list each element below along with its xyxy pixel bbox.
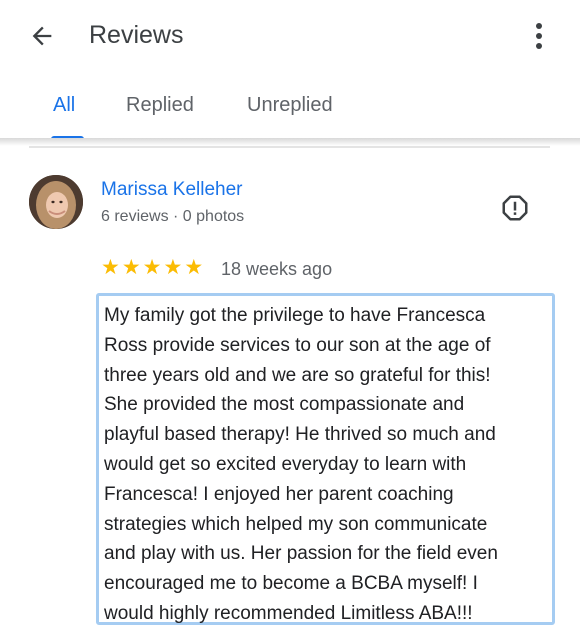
star-icon: ★ (184, 256, 204, 279)
tab-all[interactable]: All (53, 92, 75, 138)
more-options-button[interactable] (522, 16, 556, 56)
review-text-line: Ross provide services to our son at the … (104, 334, 491, 356)
review-text-line: She provided the most compassionate and (104, 394, 465, 416)
review-text-line: would highly recommended Limitless ABA!!… (104, 602, 473, 624)
review-filter-tabs: All Replied Unreplied (0, 70, 580, 140)
review-text-line: strategies which helped my son communica… (104, 513, 488, 535)
star-icon: ★ (163, 256, 183, 279)
divider (29, 146, 550, 148)
tab-unreplied[interactable]: Unreplied (247, 92, 333, 138)
app-bar: Reviews (0, 0, 580, 70)
review-time: 18 weeks ago (221, 259, 333, 279)
review-text-line: would get so excited everyday to learn w… (104, 453, 467, 475)
review-text-box[interactable]: My family got the privilege to have Fran… (96, 293, 555, 625)
page-title: Reviews (89, 21, 184, 49)
star-icon: ★ (101, 256, 120, 279)
more-vert-icon (536, 23, 542, 49)
report-flag-icon (502, 195, 528, 221)
report-review-button[interactable] (497, 190, 533, 226)
reviewer-meta: 6 reviews · 0 photos (101, 208, 245, 225)
tabs-shadow (0, 138, 580, 146)
review-text: My family got the privilege to have Fran… (104, 301, 556, 629)
review-text-line: Francesca! I enjoyed her parent coaching (104, 483, 454, 505)
reviewer-avatar[interactable] (29, 175, 83, 229)
review-text-line: and play with us. Her passion for the fi… (104, 543, 498, 565)
star-rating: ★ ★ ★ ★ ★ (101, 256, 203, 280)
back-button[interactable] (22, 18, 62, 54)
tab-replied[interactable]: Replied (126, 92, 194, 138)
reviewer-name[interactable]: Marissa Kelleher (101, 178, 243, 202)
review-text-line: playful based therapy! He thrived so muc… (104, 424, 496, 446)
review-text-line: My family got the privilege to have Fran… (104, 305, 486, 326)
review-text-line: encouraged me to become a BCBA myself! I (104, 573, 478, 595)
arrow-back-icon (32, 26, 52, 46)
review-text-line: three years old and we are so grateful f… (104, 364, 491, 386)
avatar-photo (29, 175, 83, 229)
star-icon: ★ (142, 256, 162, 279)
star-icon: ★ (121, 256, 141, 279)
